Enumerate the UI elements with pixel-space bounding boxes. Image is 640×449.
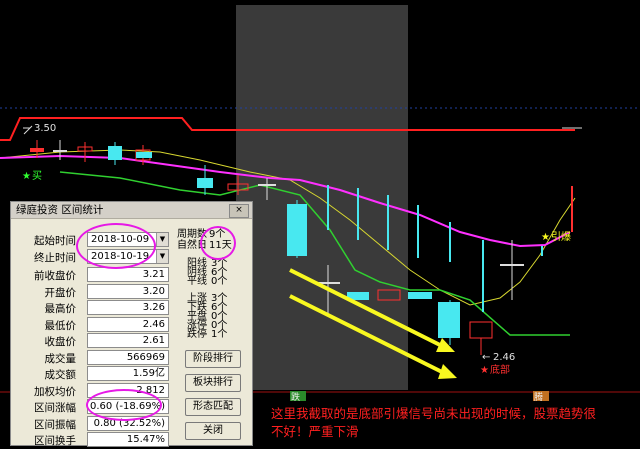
- annotation-line-1: 这里我截取的是底部引爆信号尚未出现的时候，股票趋势很: [271, 406, 597, 421]
- low-price-label: ←: [482, 352, 490, 363]
- stat-row-value: 3.26: [87, 300, 169, 315]
- chevron-down-icon[interactable]: ▼: [156, 250, 168, 263]
- candle-count-label: 平线: [187, 276, 207, 287]
- dialog-title: 绿庭投资 区间统计: [11, 202, 252, 219]
- days-highlight-ring: [200, 226, 236, 260]
- move-count-value: 1个: [211, 329, 228, 340]
- low-price-value: 2.46: [493, 352, 515, 363]
- stat-row-label: 开盘价: [44, 286, 77, 299]
- bottom-marker-label: 腾: [534, 391, 543, 403]
- amplitude-highlight-ring: [86, 389, 162, 421]
- stat-row-label: 加权均价: [34, 385, 76, 398]
- selected-range-background: [236, 5, 408, 390]
- yinbao-star-icon: ★: [541, 232, 550, 243]
- bottom-marker-label: 跌: [291, 392, 300, 403]
- candle-count-value: 0个: [211, 276, 228, 287]
- chevron-down-icon[interactable]: ▼: [156, 233, 168, 246]
- stat-row-value: 2.46: [87, 316, 169, 332]
- buy-star-icon: ★: [22, 171, 31, 182]
- stat-row-label: 区间涨幅: [34, 402, 76, 414]
- stat-row-value: 3.20: [87, 283, 169, 299]
- price-marker-line: [23, 125, 33, 135]
- stat-row-value: 1.59亿: [87, 366, 169, 381]
- stat-row-label: 前收盘价: [34, 270, 76, 282]
- buy-label: 买: [32, 170, 42, 182]
- date-highlight-ring: [76, 223, 156, 269]
- yinbao-label: 引爆: [551, 231, 571, 243]
- close-button[interactable]: 关闭: [185, 422, 241, 440]
- bottom-label: 底部: [490, 363, 510, 376]
- stage-ranking-button[interactable]: 阶段排行: [185, 350, 241, 368]
- stat-row-label: 成交额: [44, 369, 77, 381]
- annotation-line-2: 不好！严重下滑: [271, 424, 359, 439]
- stat-row-label: 收盘价: [44, 336, 77, 348]
- stat-row-label: 最高价: [44, 303, 77, 315]
- price-label-350: 3.50: [34, 123, 56, 134]
- stat-row-value: 3.21: [87, 267, 169, 282]
- end-time-label: 终止时间: [34, 252, 76, 264]
- stat-row-label: 最低价: [44, 319, 77, 332]
- stat-row-label: 区间振幅: [34, 418, 76, 431]
- stat-row-label: 区间换手: [34, 435, 76, 447]
- stat-row-label: 成交量: [44, 352, 77, 365]
- stat-row-value: 15.47%: [87, 432, 169, 447]
- close-icon[interactable]: ×: [229, 204, 249, 218]
- move-count-label: 跌停: [187, 329, 207, 340]
- start-time-label: 起始时间: [34, 235, 76, 247]
- sector-ranking-button[interactable]: 板块排行: [185, 374, 241, 392]
- stat-row-value: 2.61: [87, 333, 169, 348]
- stat-row-value: 566969: [87, 349, 169, 365]
- pattern-match-button[interactable]: 形态匹配: [185, 398, 241, 416]
- bottom-star-icon: ★: [480, 365, 489, 376]
